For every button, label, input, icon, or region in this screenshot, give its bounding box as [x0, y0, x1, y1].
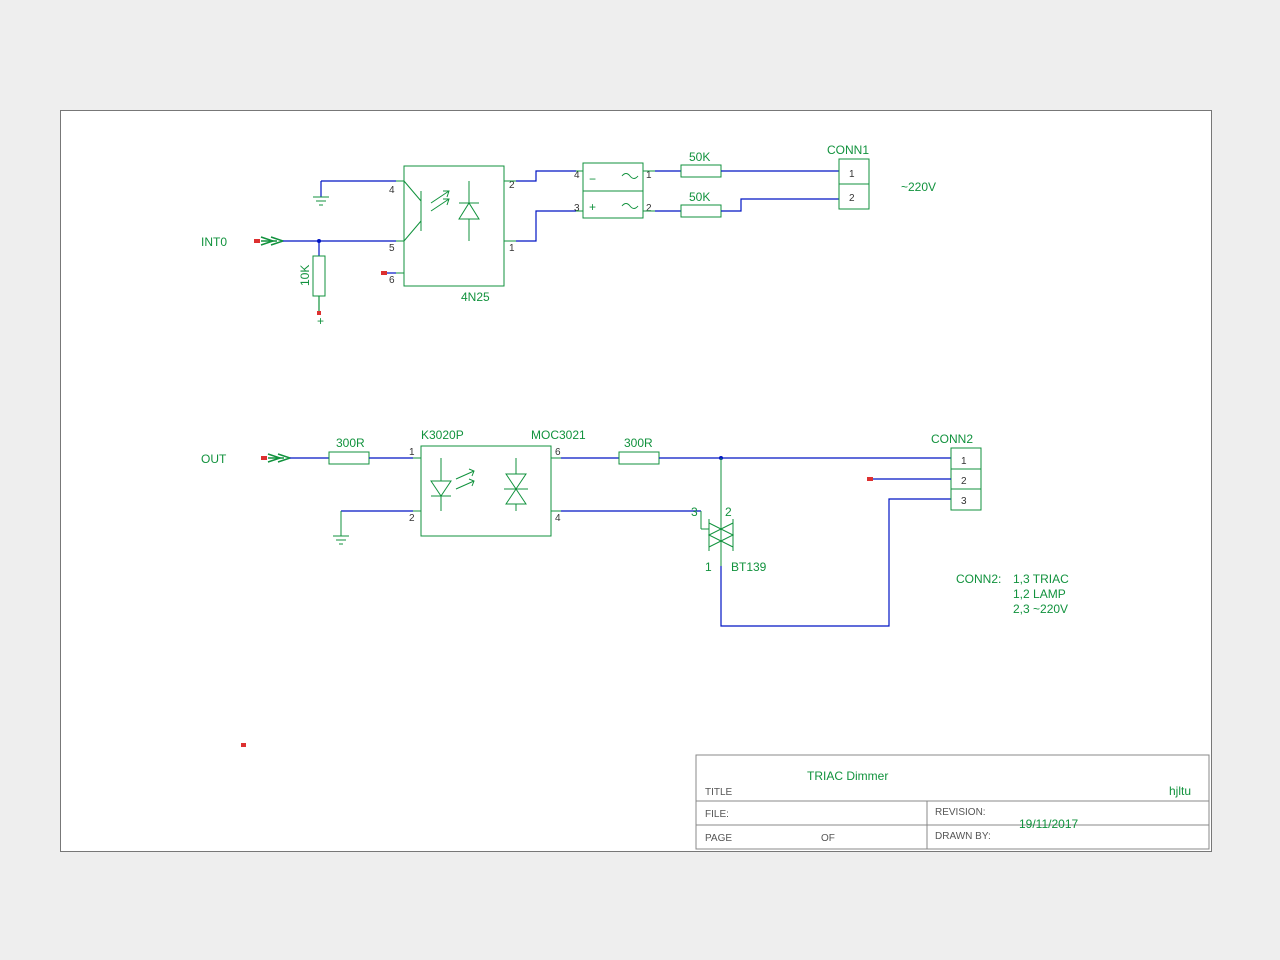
pin-5: 5 [389, 243, 395, 254]
page-label: PAGE [705, 833, 732, 844]
label-50k-a: 50K [689, 150, 710, 164]
schematic-sheet: INT0 10K + 4N25 4 5 6 2 1 4 3 1 2 − + 50… [60, 110, 1212, 852]
net-out: OUT [201, 452, 227, 466]
pin-1: 1 [509, 243, 515, 254]
moc-pin4: 4 [555, 513, 561, 524]
author: hjltu [1169, 784, 1191, 798]
terminal-int0 [254, 239, 260, 243]
label-50k-b: 50K [689, 190, 710, 204]
bt-pin2: 2 [725, 505, 732, 519]
terminal [867, 477, 873, 481]
title-label: TITLE [705, 787, 733, 798]
file-label: FILE: [705, 809, 729, 820]
label-k3020p: K3020P [421, 428, 464, 442]
title-text: TRIAC Dimmer [807, 769, 888, 783]
resistor-50k-a [681, 165, 721, 177]
pin-2: 2 [509, 180, 515, 191]
arrow-out [268, 454, 290, 462]
rect-pin4: 4 [574, 170, 580, 181]
arrow-int0 [261, 237, 283, 245]
page: INT0 10K + 4N25 4 5 6 2 1 4 3 1 2 − + 50… [0, 0, 1280, 960]
label-300r-b: 300R [624, 436, 653, 450]
wire [516, 211, 576, 241]
wire [721, 199, 839, 211]
annot-line2: 1,2 LAMP [1013, 587, 1066, 601]
gnd-icon [313, 197, 329, 205]
conn2-pin3: 3 [961, 496, 967, 507]
junction [317, 239, 321, 243]
plus-label: + [317, 314, 324, 328]
terminal [241, 743, 246, 747]
pins [396, 181, 404, 273]
rev-label: REVISION: [935, 807, 986, 818]
conn1-pin2: 2 [849, 193, 855, 204]
drawn-label: DRAWN BY: [935, 831, 991, 842]
conn2-pin1: 1 [961, 456, 967, 467]
of-label: OF [821, 833, 835, 844]
label-conn2: CONN2 [931, 432, 973, 446]
resistor-10k [313, 256, 325, 296]
label-4n25: 4N25 [461, 290, 490, 304]
conn1-pin1: 1 [849, 169, 855, 180]
annot-line1: 1,3 TRIAC [1013, 572, 1069, 586]
conn2-pin2: 2 [961, 476, 967, 487]
moc-pin6: 6 [555, 447, 561, 458]
ic-4n25 [404, 166, 504, 286]
title-block: TITLE TRIAC Dimmer hjltu FILE: PAGE OF R… [696, 755, 1209, 849]
bt-pin1: 1 [705, 560, 712, 574]
label-10k: 10K [298, 265, 312, 286]
label-bt139: BT139 [731, 560, 767, 574]
date: 19/11/2017 [1019, 817, 1078, 831]
pin-6: 6 [389, 275, 395, 286]
resistor-50k-b [681, 205, 721, 217]
label-300r-a: 300R [336, 436, 365, 450]
label-moc3021: MOC3021 [531, 428, 586, 442]
bt-pin3: 3 [691, 505, 698, 519]
moc-pin1: 1 [409, 447, 415, 458]
terminal [381, 271, 387, 275]
moc-pin2: 2 [409, 513, 415, 524]
rect-pin1: 1 [646, 170, 652, 181]
label-conn1: CONN1 [827, 143, 869, 157]
plus-icon: + [589, 200, 596, 214]
rect-pin2: 2 [646, 203, 652, 214]
pin-4: 4 [389, 185, 395, 196]
minus-icon: − [589, 172, 596, 186]
net-int0: INT0 [201, 235, 227, 249]
label-220v: ~220V [901, 180, 936, 194]
terminal-out [261, 456, 267, 460]
resistor-300r-b [619, 452, 659, 464]
annot-conn2: CONN2: [956, 572, 1001, 586]
wire [516, 171, 576, 181]
resistor-300r-a [329, 452, 369, 464]
rect-pin3: 3 [574, 203, 580, 214]
annot-line3: 2,3 ~220V [1013, 602, 1068, 616]
schematic-svg: INT0 10K + 4N25 4 5 6 2 1 4 3 1 2 − + 50… [61, 111, 1211, 851]
gnd-icon [333, 536, 349, 544]
